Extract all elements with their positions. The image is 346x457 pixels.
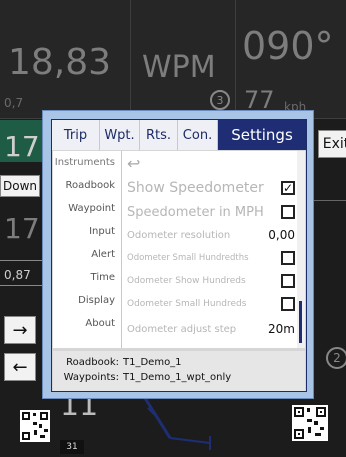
section-roadbook[interactable]: Roadbook: [53, 174, 121, 197]
roadbook-line: Roadbook: T1_Demo_1: [61, 355, 297, 370]
option-odometer-show-hundreds[interactable]: Odometer Show Hundreds: [127, 271, 295, 291]
settings-dialog: Trip Wpt. Rts. Con. Settings Instruments…: [42, 110, 314, 399]
option-odometer-small-hundredths[interactable]: Odometer Small Hundredths: [127, 248, 295, 268]
show-speedometer-checkbox[interactable]: ✓: [281, 181, 295, 195]
tab-connections[interactable]: Con.: [178, 120, 218, 150]
option-label: Show Speedometer: [127, 180, 264, 196]
settings-options: ↩ Show Speedometer ✓ Speedometer in MPH …: [123, 151, 295, 348]
settings-content: Instruments Roadbook Waypoint Input Aler…: [53, 151, 305, 348]
speedometer-mph-checkbox[interactable]: [281, 205, 295, 219]
down-button[interactable]: Down: [0, 175, 40, 197]
section-input[interactable]: Input: [53, 220, 121, 243]
section-about[interactable]: About: [53, 312, 121, 335]
waypoint-count-badge: 3: [210, 90, 230, 110]
distance-small-readout: 0,7: [4, 96, 24, 110]
roadbook-label: Roadbook:: [66, 357, 119, 368]
back-row[interactable]: ↩: [127, 153, 295, 173]
settings-section-list: Instruments Roadbook Waypoint Input Aler…: [53, 151, 122, 348]
option-label: Odometer adjust step: [127, 323, 237, 335]
next-arrow-button[interactable]: →: [4, 316, 36, 344]
option-label: Speedometer in MPH: [127, 204, 264, 220]
loaded-files-footer: Roadbook: T1_Demo_1 Waypoints: T1_Demo_1…: [53, 351, 305, 391]
settings-dialog-body: Trip Wpt. Rts. Con. Settings Instruments…: [51, 119, 307, 392]
waypoints-label: Waypoints:: [63, 372, 119, 383]
divider: [0, 285, 44, 286]
app-root: 18,83 0,7 WPM 090° 77 kph 3 17 Down 17 0…: [0, 0, 346, 457]
bottom-small-badge: 31: [60, 440, 84, 454]
tab-routes[interactable]: Rts.: [140, 120, 178, 150]
divider: [130, 0, 131, 118]
section-instruments[interactable]: Instruments: [53, 151, 121, 174]
prev-arrow-button[interactable]: ←: [4, 353, 36, 381]
waypoints-line: Waypoints: T1_Demo_1_wpt_only: [61, 370, 297, 385]
divider: [0, 260, 44, 261]
tab-waypoints[interactable]: Wpt.: [100, 120, 140, 150]
heading-readout: 090°: [242, 24, 334, 68]
divider: [235, 0, 236, 118]
option-odometer-small-hundreds[interactable]: Odometer Small Hundreds: [127, 294, 295, 314]
route-circle-badge: 2: [326, 347, 346, 369]
option-odometer-adjust-step[interactable]: Odometer adjust step 20m: [127, 319, 295, 339]
exit-button[interactable]: Exit: [318, 130, 346, 158]
option-label: Odometer Small Hundredths: [127, 253, 249, 263]
roadbook-diagram-icon: [143, 398, 211, 450]
section-waypoint[interactable]: Waypoint: [53, 197, 121, 220]
odometer-show-hundreds-checkbox[interactable]: [281, 274, 295, 288]
tab-trip[interactable]: Trip: [52, 120, 100, 150]
option-speedometer-mph[interactable]: Speedometer in MPH: [127, 201, 295, 223]
qr-code-right-icon: [292, 405, 328, 441]
option-odometer-resolution[interactable]: Odometer resolution 0,00: [127, 225, 295, 245]
roadbook-value: T1_Demo_1: [123, 357, 182, 368]
scrollbar-thumb[interactable]: [299, 301, 302, 343]
odometer-adjust-step-value[interactable]: 20m: [268, 322, 295, 336]
back-icon[interactable]: ↩: [127, 154, 140, 173]
left-big-readout-1: 17: [4, 130, 40, 163]
waypoints-value: T1_Demo_1_wpt_only: [123, 372, 232, 383]
odometer-resolution-value[interactable]: 0,00: [268, 228, 295, 242]
option-label: Odometer Small Hundreds: [127, 299, 247, 309]
wpm-readout: WPM: [142, 50, 216, 85]
left-big-readout-2: 17: [4, 212, 40, 245]
option-show-speedometer[interactable]: Show Speedometer ✓: [127, 177, 295, 199]
odometer-small-hundreds-checkbox[interactable]: [281, 297, 295, 311]
divider: [314, 200, 346, 201]
left-small-readout: 0,87: [4, 268, 31, 282]
tab-settings[interactable]: Settings: [218, 120, 306, 150]
option-label: Odometer Show Hundreds: [127, 276, 246, 286]
option-label: Odometer resolution: [127, 229, 231, 241]
section-time[interactable]: Time: [53, 266, 121, 289]
section-display[interactable]: Display: [53, 289, 121, 312]
odometer-small-hundredths-checkbox[interactable]: [281, 251, 295, 265]
tab-bar: Trip Wpt. Rts. Con. Settings: [52, 120, 306, 150]
distance-readout: 18,83: [8, 42, 112, 83]
section-alert[interactable]: Alert: [53, 243, 121, 266]
qr-code-left-icon: [20, 410, 50, 442]
